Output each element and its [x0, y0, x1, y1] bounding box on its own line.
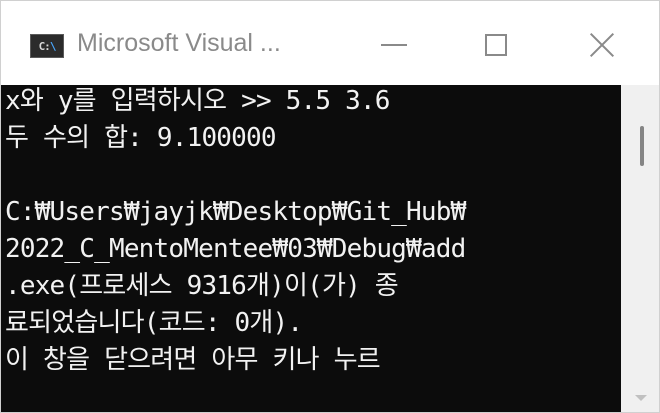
console-app-icon[interactable]: C: \ [30, 34, 64, 58]
console-line: x와 y를 입력하시오 >> 5.5 3.6 [5, 86, 390, 116]
console-window: C: \ Microsoft Visual ... x와 y를 입력하시오 >> … [0, 0, 660, 413]
scroll-down-arrow-icon[interactable] [635, 395, 647, 401]
close-button[interactable] [567, 17, 637, 73]
maximize-icon [485, 34, 507, 56]
minimize-icon [381, 44, 407, 46]
console-line: C:₩Users₩jayjk₩Desktop₩Git_Hub₩ [5, 197, 466, 227]
maximize-button[interactable] [461, 17, 531, 73]
vertical-scrollbar[interactable] [621, 85, 659, 412]
window-title: Microsoft Visual ... [77, 29, 281, 57]
icon-glyph-left: C: [38, 39, 51, 53]
close-icon [588, 31, 616, 59]
console-line: 이 창을 닫으려면 아무 키나 누르 [5, 345, 381, 375]
console-line: 2022_C_MentoMentee₩03₩Debug₩add [5, 234, 466, 264]
minimize-button[interactable] [359, 17, 429, 73]
scrollbar-thumb[interactable] [640, 126, 644, 166]
title-bar[interactable]: C: \ Microsoft Visual ... [1, 1, 659, 85]
console-line: .exe(프로세스 9316개)이(가) 종 [5, 271, 399, 301]
console-line: 료되었습니다(코드: 0개). [5, 308, 303, 338]
icon-glyph-right: \ [49, 39, 57, 53]
console-output[interactable]: x와 y를 입력하시오 >> 5.5 3.6 두 수의 합: 9.100000 … [1, 85, 621, 412]
console-line: 두 수의 합: 9.100000 [5, 123, 277, 153]
